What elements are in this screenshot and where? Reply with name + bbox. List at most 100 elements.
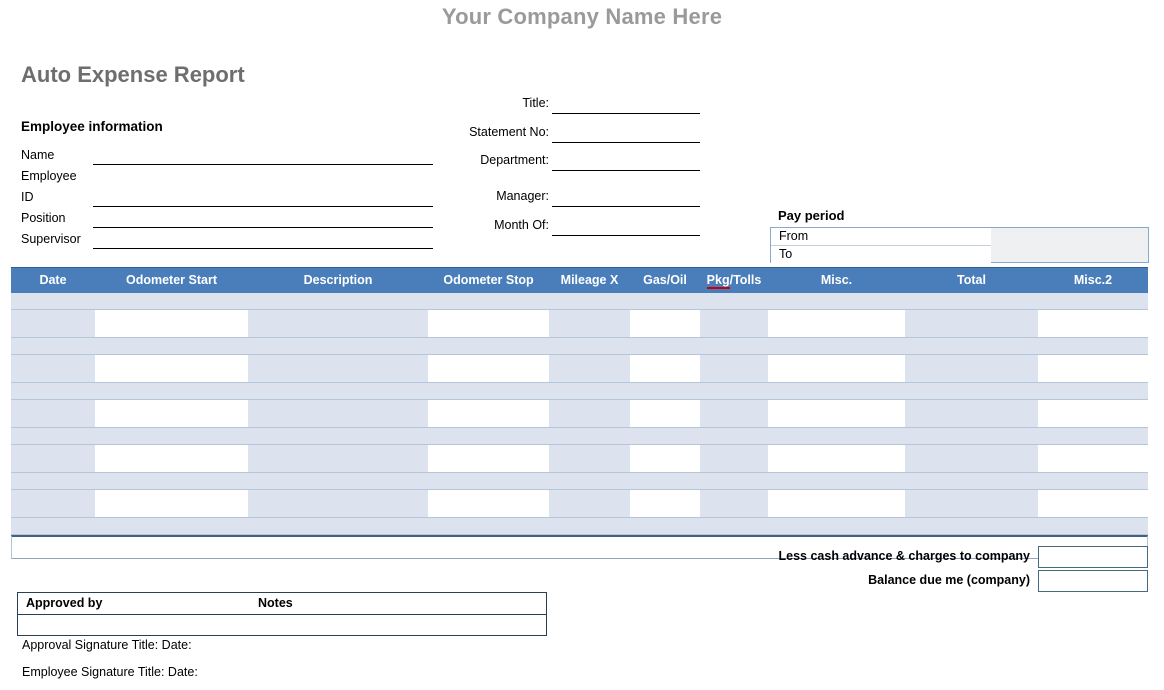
table-cell-input[interactable] — [1038, 400, 1148, 427]
column-header-rest: /Tolls — [729, 273, 762, 287]
employee-information-form: Name Employee ID Position Supervisor — [21, 145, 433, 250]
column-header-gas-oil[interactable]: Gas/Oil — [630, 268, 700, 293]
employee-field-input[interactable] — [93, 227, 433, 228]
table-cell-input[interactable] — [630, 310, 700, 337]
summary-label: Balance due me (company) — [868, 572, 1030, 587]
employee-field-label: Name — [21, 148, 55, 162]
expense-table-body — [11, 293, 1148, 535]
table-cell — [549, 355, 630, 382]
table-cell-input[interactable] — [95, 310, 248, 337]
statement-field-label: Month Of: — [494, 217, 549, 232]
approved-by-label: Approved by — [26, 596, 103, 610]
table-cell-input[interactable] — [768, 445, 905, 472]
pay-period-label: From — [779, 229, 809, 243]
table-cell — [700, 293, 768, 309]
table-cell — [700, 445, 768, 472]
column-header-odometer-start[interactable]: Odometer Start — [95, 268, 248, 293]
column-header-pkg-tolls[interactable]: Pkg/Tolls — [700, 268, 768, 293]
table-cell-input[interactable] — [1038, 445, 1148, 472]
table-cell — [549, 490, 630, 517]
table-cell-input[interactable] — [768, 490, 905, 517]
table-cell-input[interactable] — [630, 445, 700, 472]
employee-field-label: Supervisor — [21, 232, 81, 246]
employee-field-input[interactable] — [93, 248, 433, 249]
table-cell — [428, 518, 549, 534]
table-cell-input[interactable] — [630, 355, 700, 382]
column-header-odometer-stop[interactable]: Odometer Stop — [428, 268, 549, 293]
table-cell-input[interactable] — [768, 355, 905, 382]
column-header-mileage-x[interactable]: Mileage X — [549, 268, 630, 293]
statement-field-input[interactable] — [552, 170, 700, 172]
table-cell — [700, 473, 768, 489]
column-header-date[interactable]: Date — [11, 268, 95, 293]
summary-label: Less cash advance & charges to company — [778, 549, 1031, 563]
statement-field-input[interactable] — [552, 141, 700, 143]
statement-field-row: Manager: — [430, 187, 702, 216]
table-cell-input[interactable] — [428, 355, 549, 382]
table-cell — [248, 338, 428, 354]
approval-signature-line: Approval Signature Title: Date: — [22, 638, 192, 652]
statement-field-input[interactable] — [552, 234, 700, 236]
table-cell — [11, 428, 95, 444]
table-cell — [905, 445, 1038, 472]
table-cell-input[interactable] — [630, 400, 700, 427]
table-cell-input[interactable] — [95, 355, 248, 382]
table-cell-input[interactable] — [428, 490, 549, 517]
table-cell — [700, 490, 768, 517]
table-cell-input[interactable] — [95, 400, 248, 427]
column-header-misc[interactable]: Misc. — [768, 268, 905, 293]
table-cell-input[interactable] — [768, 310, 905, 337]
table-cell-input[interactable] — [768, 400, 905, 427]
summary-row: Balance due me (company) — [690, 569, 1148, 594]
pay-period-input[interactable] — [771, 245, 991, 263]
employee-signature-line: Employee Signature Title: Date: — [22, 665, 198, 679]
table-cell — [549, 310, 630, 337]
table-cell-input[interactable] — [428, 400, 549, 427]
table-cell — [428, 383, 549, 399]
column-header-misc-2[interactable]: Misc.2 — [1038, 268, 1148, 293]
table-cell-input[interactable] — [428, 445, 549, 472]
table-cell-input[interactable] — [1038, 355, 1148, 382]
company-name-title: Your Company Name Here — [441, 4, 723, 29]
statement-field-input[interactable] — [552, 113, 700, 114]
table-cell — [768, 293, 905, 309]
table-cell-input[interactable] — [630, 490, 700, 517]
column-header-total[interactable]: Total — [905, 268, 1038, 293]
table-cell-input[interactable] — [1038, 310, 1148, 337]
table-cell — [11, 293, 95, 309]
column-header-description[interactable]: Description — [248, 268, 428, 293]
table-cell — [248, 400, 428, 427]
statement-field-label: Manager: — [496, 189, 549, 204]
employee-field-input[interactable] — [93, 206, 433, 207]
table-row — [11, 355, 1148, 383]
statement-field-label: Title: — [522, 96, 549, 110]
table-cell-input[interactable] — [95, 490, 248, 517]
table-cell — [11, 490, 95, 517]
table-row — [11, 400, 1148, 428]
table-cell — [549, 293, 630, 309]
employee-field-input[interactable] — [93, 164, 433, 165]
table-cell-input[interactable] — [95, 445, 248, 472]
statement-field-row: Department: — [430, 151, 702, 187]
summary-input[interactable] — [1038, 569, 1148, 592]
pay-period-box: From To — [770, 227, 1149, 263]
table-cell — [1038, 428, 1148, 444]
table-cell — [95, 428, 248, 444]
table-cell — [700, 383, 768, 399]
table-row — [11, 428, 1148, 445]
table-cell — [248, 293, 428, 309]
table-cell — [905, 355, 1038, 382]
pay-period-row: To — [771, 245, 1148, 263]
summary-input[interactable] — [1038, 546, 1148, 568]
table-cell — [905, 490, 1038, 517]
approval-input-row[interactable] — [18, 615, 546, 636]
table-cell — [95, 383, 248, 399]
table-cell-input[interactable] — [428, 310, 549, 337]
table-cell — [630, 383, 700, 399]
statement-field-input[interactable] — [552, 206, 700, 208]
summary-section: Less cash advance & charges to company Ba… — [690, 546, 1148, 593]
table-cell-input[interactable] — [1038, 490, 1148, 517]
table-cell — [11, 400, 95, 427]
table-cell — [1038, 338, 1148, 354]
table-cell — [549, 383, 630, 399]
